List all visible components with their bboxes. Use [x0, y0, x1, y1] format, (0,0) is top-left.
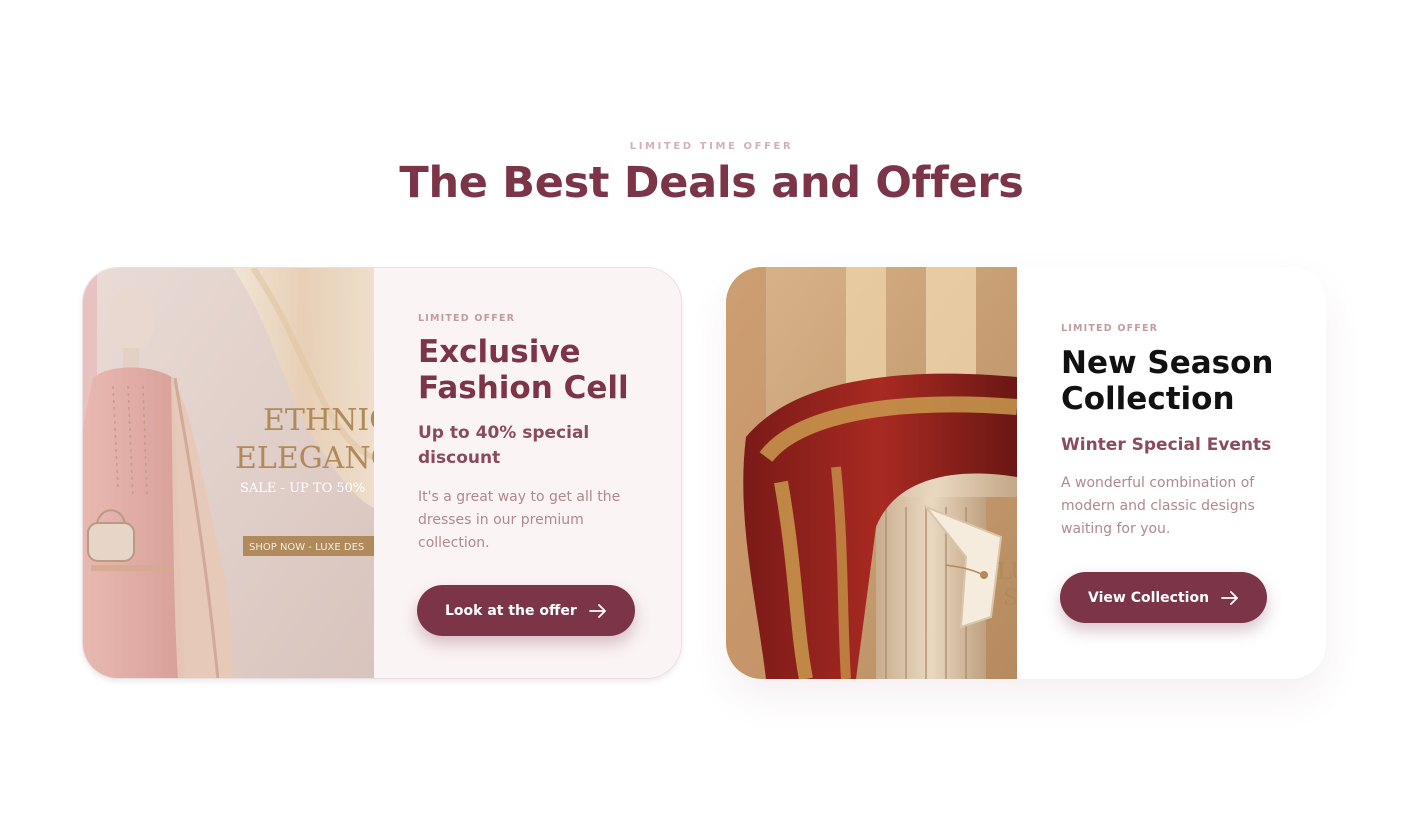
mannequin-promo-illustration: ETHNIC ELEGANC SALE - UP TO 50% SHOP NOW…: [83, 268, 374, 678]
look-at-offer-button[interactable]: Look at the offer: [417, 585, 635, 636]
offer-image-saree: LU S: [726, 267, 1017, 679]
offer-subtitle: Winter Special Events: [1061, 435, 1272, 455]
offer-card-body: LIMITED OFFER Exclusive Fashion Cell Up …: [374, 268, 681, 678]
arrow-right-icon: [1221, 590, 1238, 605]
offer-card-body: LIMITED OFFER New Season Collection Wint…: [1017, 267, 1326, 679]
offer-card-exclusive: ETHNIC ELEGANC SALE - UP TO 50% SHOP NOW…: [82, 267, 682, 679]
offer-title: Exclusive Fashion Cell: [418, 334, 629, 406]
promo-sale-text: SALE - UP TO 50%: [240, 481, 365, 496]
promo-ethnic-text: ETHNIC: [263, 403, 374, 438]
section-eyebrow: LIMITED TIME OFFER: [629, 141, 794, 152]
view-collection-label: View Collection: [1088, 589, 1210, 606]
offer-description: It's a great way to get all the dresses …: [418, 489, 621, 551]
saree-column-illustration: LU S: [726, 267, 1017, 679]
promo-elegance-text: ELEGANC: [235, 441, 374, 476]
tag-label-line1: LU: [997, 560, 1017, 585]
offer-card-new-season: LU S LIMITED OFFER New Season Collection…: [726, 267, 1326, 679]
offer-title: New Season Collection: [1061, 345, 1274, 417]
section-title: The Best Deals and Offers: [399, 158, 1024, 208]
promo-shop-text: SHOP NOW - LUXE DES: [249, 542, 364, 553]
offer-tag: LIMITED OFFER: [1061, 323, 1159, 334]
offer-image-ethnic: ETHNIC ELEGANC SALE - UP TO 50% SHOP NOW…: [83, 268, 374, 678]
offer-tag: LIMITED OFFER: [418, 313, 516, 324]
arrow-right-icon: [588, 603, 606, 618]
offer-description: A wonderful combination of modern and cl…: [1061, 475, 1255, 537]
tag-label-line2: S: [1003, 586, 1017, 611]
offer-subtitle: Up to 40% special discount: [418, 423, 590, 468]
look-at-offer-label: Look at the offer: [445, 602, 577, 619]
view-collection-button[interactable]: View Collection: [1060, 572, 1268, 623]
